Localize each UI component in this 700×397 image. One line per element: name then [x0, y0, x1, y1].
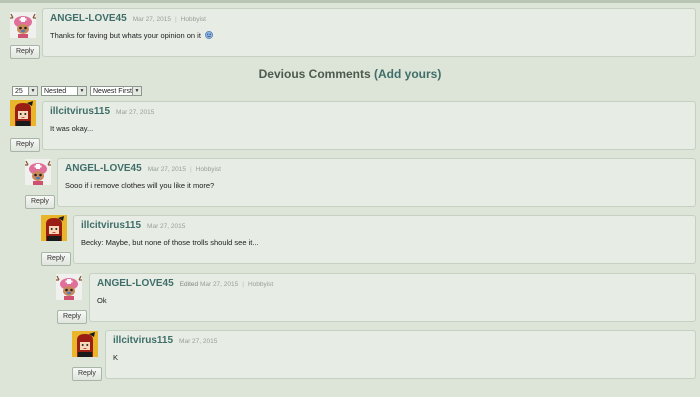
chopper-avatar-icon [25, 159, 51, 185]
avatar[interactable] [41, 215, 67, 241]
avatar[interactable] [10, 12, 36, 38]
comment-username[interactable]: illcitvirus115 [81, 220, 141, 231]
avatar[interactable] [72, 331, 98, 357]
comment-body: Thanks for faving but whats your opinion… [50, 31, 213, 40]
sort-value: Newest First [93, 88, 132, 95]
section-heading: Devious Comments (Add yours) [0, 67, 700, 81]
per-page-select[interactable]: 25 ▼ [12, 86, 38, 96]
comment-username[interactable]: ANGEL-LOVE45 [50, 13, 127, 24]
avatar[interactable] [25, 159, 51, 185]
comment-card: ANGEL-LOVE45 Mar 27, 2015 | Hobbyist Sooo i… [57, 158, 696, 207]
comment-username[interactable]: ANGEL-LOVE45 [65, 163, 142, 174]
chevron-down-icon: ▼ [28, 87, 37, 95]
comment-date[interactable]: Mar 27, 2015 [133, 16, 171, 23]
reply-button[interactable]: Reply [10, 138, 40, 152]
avatar[interactable] [56, 274, 82, 300]
comment-date[interactable]: Mar 27, 2015 [116, 109, 154, 116]
comment-username[interactable]: illcitvirus115 [50, 106, 110, 117]
view-mode-value: Nested [44, 88, 67, 95]
reply-button[interactable]: Reply [25, 195, 55, 209]
user-rank: Hobbyist [195, 166, 221, 173]
reply-button[interactable]: Reply [10, 45, 40, 59]
girl-avatar-icon [10, 100, 36, 126]
comment-text: Sooo if i remove clothes will you like i… [65, 181, 215, 190]
comment-card: illcitvirus115 Mar 27, 2015 It was okay..… [42, 101, 696, 150]
comment-card: ANGEL-LOVE45 Mar 27, 2015 | Hobbyist Thanks… [42, 8, 696, 57]
user-rank: Hobbyist [180, 16, 206, 23]
edited-label: Edited [179, 281, 199, 288]
reply-button[interactable]: Reply [57, 310, 87, 324]
avatar[interactable] [10, 100, 36, 126]
comment-date[interactable]: Mar 27, 2015 [148, 166, 186, 173]
view-mode-select[interactable]: Nested ▼ [41, 86, 87, 96]
section-title: Devious Comments [258, 67, 371, 81]
chopper-avatar-icon [56, 274, 82, 300]
comment-card: illcitvirus115 Mar 27, 2015 Becky: Maybe,… [73, 215, 696, 264]
comment-username[interactable]: illcitvirus115 [113, 335, 173, 346]
reply-button[interactable]: Reply [72, 367, 102, 381]
smiley-emoticon-icon [205, 31, 213, 39]
top-border [0, 0, 700, 3]
add-comment-link[interactable]: (Add yours) [374, 67, 441, 81]
per-page-value: 25 [15, 88, 23, 95]
sort-select[interactable]: Newest First ▼ [90, 86, 142, 96]
comment-card: ANGEL-LOVE45 Edited Mar 27, 2015 | Hobbyist… [89, 273, 696, 322]
girl-avatar-icon [72, 331, 98, 357]
comment-date[interactable]: Mar 27, 2015 [200, 281, 238, 288]
girl-avatar-icon [41, 215, 67, 241]
comment-text: Ok [97, 296, 107, 305]
comment-text: Thanks for faving but whats your opinion… [50, 31, 201, 40]
comment-date[interactable]: Mar 27, 2015 [179, 338, 217, 345]
comment-text: K [113, 353, 119, 362]
comment-card: illcitvirus115 Mar 27, 2015 K [105, 330, 696, 379]
user-rank: Hobbyist [247, 281, 274, 288]
comment-date[interactable]: Mar 27, 2015 [147, 223, 185, 230]
chevron-down-icon: ▼ [77, 87, 86, 95]
reply-button[interactable]: Reply [41, 252, 71, 266]
comment-username[interactable]: ANGEL-LOVE45 [97, 278, 174, 289]
comment-text: Becky: Maybe, but none of those trolls s… [81, 238, 259, 247]
chevron-down-icon: ▼ [132, 87, 141, 95]
comment-text: It was okay... [50, 124, 94, 133]
chopper-avatar-icon [10, 12, 36, 38]
